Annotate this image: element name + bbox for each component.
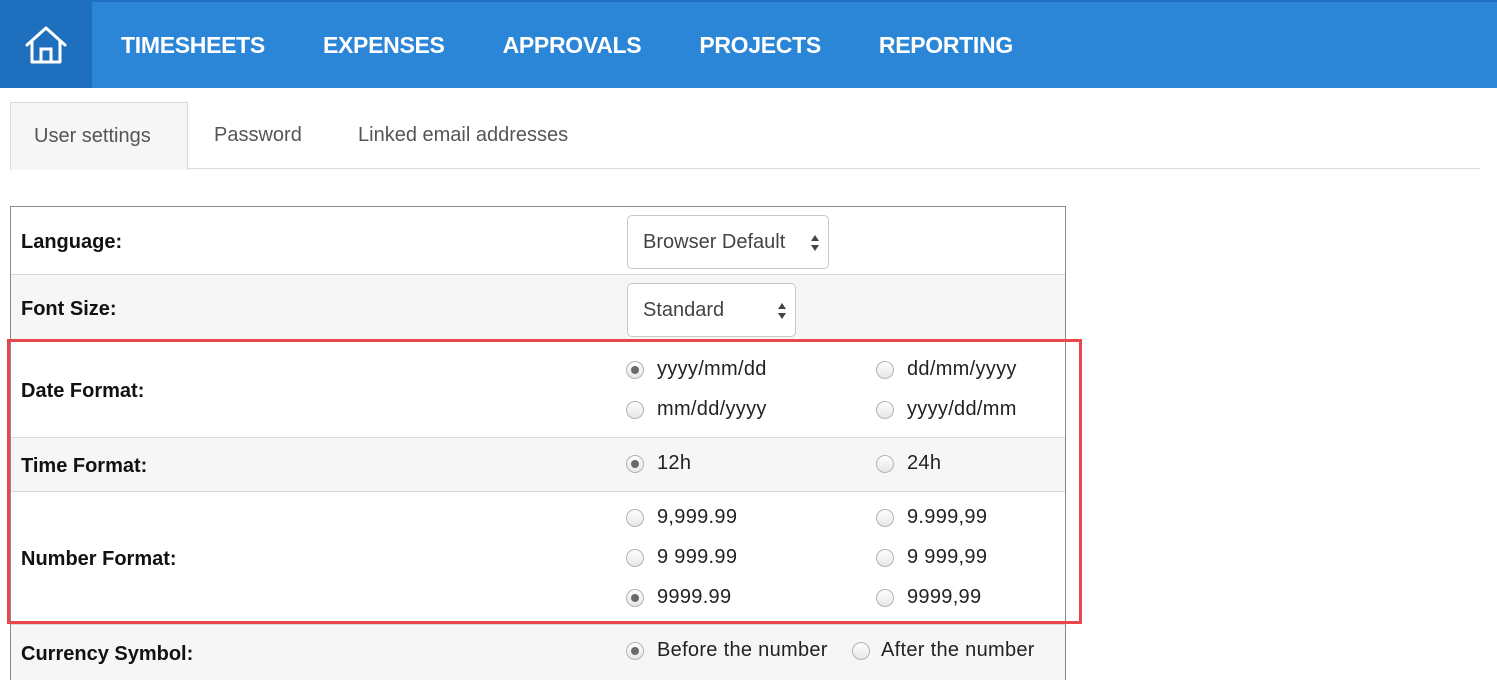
radio[interactable]: [876, 454, 894, 473]
radio[interactable]: [626, 548, 644, 567]
time-format-row: Time Format: 12h 24h: [11, 438, 1065, 492]
number-option-5[interactable]: 9999.99: [626, 586, 731, 609]
main-nav: TIMESHEETS EXPENSES APPROVALS PROJECTS R…: [121, 2, 1071, 88]
date-option-dd-mm-yyyy[interactable]: dd/mm/yyyy: [876, 358, 1017, 381]
date-option-mm-dd-yyyy[interactable]: mm/dd/yyyy: [626, 398, 767, 421]
font-size-select[interactable]: Standard: [627, 283, 796, 337]
nav-reporting[interactable]: REPORTING: [879, 32, 1013, 59]
number-option-1[interactable]: 9,999.99: [626, 506, 737, 529]
radio[interactable]: [876, 360, 894, 379]
time-format-label: Time Format:: [21, 455, 148, 477]
radio-selected[interactable]: [626, 454, 644, 473]
date-option-yyyy-dd-mm[interactable]: yyyy/dd/mm: [876, 398, 1017, 421]
nav-expenses[interactable]: EXPENSES: [323, 32, 445, 59]
language-row: Language: Browser Default: [11, 207, 1065, 275]
settings-panel: Language: Browser Default Font Size: Sta…: [10, 206, 1066, 680]
font-size-select-value: Standard: [643, 298, 725, 321]
radio[interactable]: [852, 641, 870, 660]
home-button[interactable]: [0, 2, 92, 88]
number-format-row: Number Format: 9,999.99 9.999,99 9 999.9…: [11, 492, 1065, 625]
home-icon: [25, 26, 67, 64]
number-option-6[interactable]: 9999,99: [876, 586, 981, 609]
number-option-2[interactable]: 9.999,99: [876, 506, 987, 529]
tab-linked-email-addresses[interactable]: Linked email addresses: [358, 102, 568, 169]
radio-selected[interactable]: [626, 588, 644, 607]
nav-approvals[interactable]: APPROVALS: [503, 32, 642, 59]
date-format-row: Date Format: yyyy/mm/dd dd/mm/yyyy mm/dd…: [11, 342, 1065, 438]
currency-option-before[interactable]: Before the number: [626, 639, 828, 662]
settings-tabs: User settings Password Linked email addr…: [10, 102, 1480, 170]
date-format-label: Date Format:: [21, 380, 145, 402]
tab-user-settings[interactable]: User settings: [10, 102, 188, 170]
radio[interactable]: [876, 588, 894, 607]
currency-symbol-row: Currency Symbol: Before the number After…: [11, 625, 1065, 680]
top-nav-bar: TIMESHEETS EXPENSES APPROVALS PROJECTS R…: [0, 0, 1497, 88]
number-option-4[interactable]: 9 999,99: [876, 546, 987, 569]
number-format-label: Number Format:: [21, 548, 177, 570]
radio[interactable]: [876, 400, 894, 419]
language-label: Language:: [21, 231, 123, 253]
tab-password[interactable]: Password: [214, 102, 302, 169]
radio-selected[interactable]: [626, 360, 644, 379]
radio[interactable]: [626, 400, 644, 419]
nav-timesheets[interactable]: TIMESHEETS: [121, 32, 265, 59]
time-option-12h[interactable]: 12h: [626, 452, 691, 475]
font-size-label: Font Size:: [21, 298, 117, 320]
select-arrows-icon: [778, 303, 786, 319]
language-select-value: Browser Default: [643, 230, 786, 253]
radio-selected[interactable]: [626, 641, 644, 660]
language-select[interactable]: Browser Default: [627, 215, 829, 269]
select-arrows-icon: [811, 235, 819, 251]
radio[interactable]: [876, 508, 894, 527]
nav-projects[interactable]: PROJECTS: [699, 32, 821, 59]
font-size-row: Font Size: Standard: [11, 275, 1065, 342]
currency-symbol-label: Currency Symbol:: [21, 643, 194, 665]
radio[interactable]: [876, 548, 894, 567]
number-option-3[interactable]: 9 999.99: [626, 546, 737, 569]
currency-option-after[interactable]: After the number: [852, 639, 1035, 662]
time-option-24h[interactable]: 24h: [876, 452, 941, 475]
radio[interactable]: [626, 508, 644, 527]
date-option-yyyy-mm-dd[interactable]: yyyy/mm/dd: [626, 358, 767, 381]
